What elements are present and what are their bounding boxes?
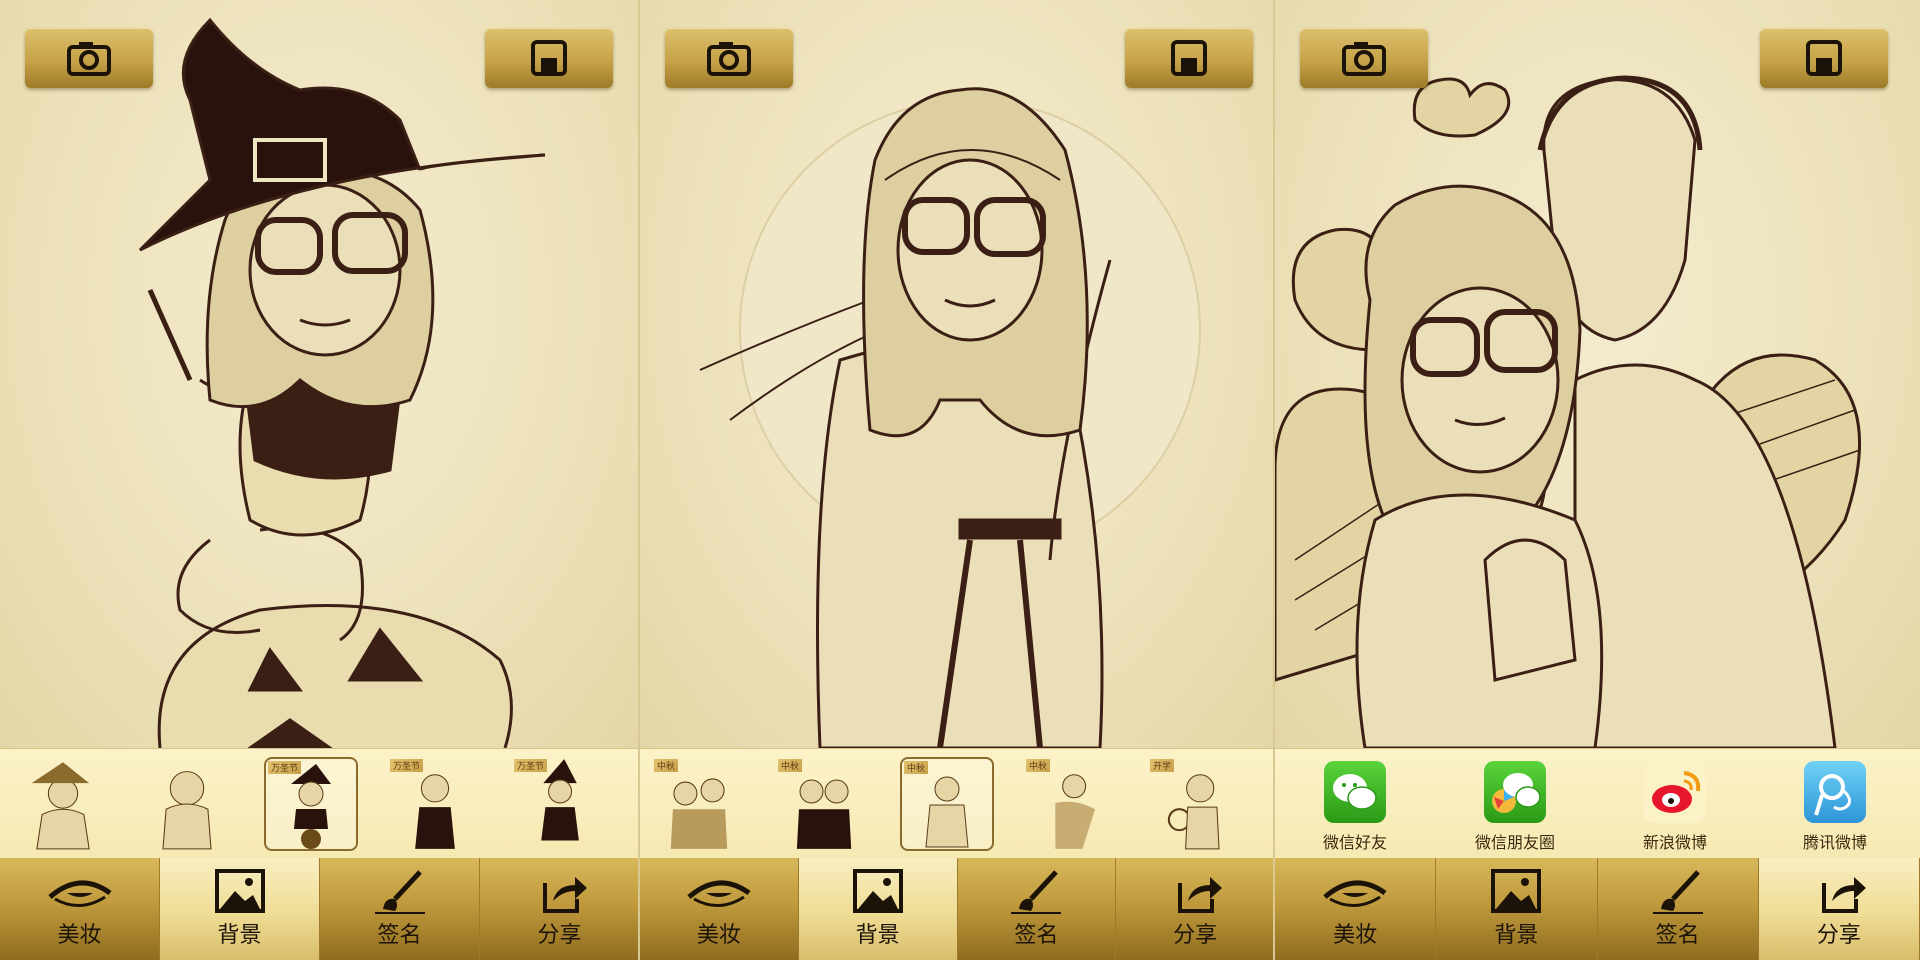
tab-share[interactable]: 分享 bbox=[480, 858, 640, 960]
share-label: 新浪微博 bbox=[1642, 833, 1707, 852]
save-button[interactable] bbox=[1760, 28, 1888, 88]
thumbnail[interactable]: 中秋 bbox=[776, 757, 870, 851]
save-icon bbox=[1806, 40, 1842, 76]
tab-share[interactable]: 分享 bbox=[1116, 858, 1275, 960]
tab-signature[interactable]: 签名 bbox=[957, 858, 1117, 960]
thumbnail[interactable] bbox=[16, 757, 110, 851]
eye-icon bbox=[1323, 880, 1387, 907]
thumbnail-badge: 中秋 bbox=[654, 759, 679, 772]
thumbnail[interactable]: 中秋 bbox=[900, 757, 994, 851]
tab-makeup[interactable]: 美妆 bbox=[640, 858, 799, 960]
thumbnail-badge: 中秋 bbox=[778, 759, 803, 772]
share-sina-weibo[interactable]: 新浪微博 bbox=[1615, 761, 1735, 853]
tab-makeup[interactable]: 美妆 bbox=[0, 858, 160, 960]
thumbnail[interactable]: 中秋 bbox=[1024, 757, 1118, 851]
caricature-canvas bbox=[1275, 0, 1920, 748]
screen-halloween: 万圣节 万圣节 万圣节 美妆 背景 签名 分享 bbox=[0, 0, 640, 960]
camera-icon bbox=[707, 42, 751, 76]
eye-icon bbox=[47, 880, 111, 907]
tab-background[interactable]: 背景 bbox=[798, 858, 958, 960]
thumbnail-badge: 中秋 bbox=[1026, 759, 1051, 772]
save-button[interactable] bbox=[485, 28, 613, 88]
tab-label: 分享 bbox=[1816, 923, 1861, 948]
screen-share: 微信好友 微信朋友圈 新浪微博 腾讯微博 美妆 背景 签名 分享 bbox=[1275, 0, 1920, 960]
caricature-canvas bbox=[0, 0, 640, 748]
save-icon bbox=[1171, 40, 1207, 76]
couple-hearts-illustration bbox=[1275, 75, 1862, 748]
thumbnail-image bbox=[31, 762, 90, 850]
tab-label: 签名 bbox=[1655, 923, 1700, 948]
tab-label: 分享 bbox=[537, 923, 582, 948]
thumbnail-badge: 万圣节 bbox=[390, 759, 424, 772]
bottom-toolbar: 美妆 背景 签名 分享 bbox=[0, 858, 640, 960]
tab-signature[interactable]: 签名 bbox=[320, 858, 480, 960]
share-wechat-friends[interactable]: 微信好友 bbox=[1295, 761, 1415, 853]
thumbnail-badge: 万圣节 bbox=[514, 759, 548, 772]
thumbnail[interactable]: 中秋 bbox=[652, 757, 746, 851]
background-thumbnail-strip: 万圣节 万圣节 万圣节 bbox=[0, 748, 640, 859]
save-button[interactable] bbox=[1125, 28, 1253, 88]
tab-label: 美妆 bbox=[1333, 923, 1378, 948]
share-label: 微信朋友圈 bbox=[1474, 833, 1555, 852]
thumbnail[interactable]: 万圣节 bbox=[388, 757, 482, 851]
picture-icon bbox=[1491, 869, 1542, 913]
tab-label: 背景 bbox=[855, 923, 900, 948]
tab-background[interactable]: 背景 bbox=[1436, 858, 1598, 960]
camera-button[interactable] bbox=[25, 28, 153, 88]
share-icon bbox=[1178, 877, 1223, 913]
camera-icon bbox=[67, 42, 111, 76]
wechat-moments-icon bbox=[1484, 761, 1546, 823]
save-icon bbox=[531, 40, 567, 76]
wechat-icon bbox=[1324, 761, 1386, 823]
mid-autumn-hanfu-illustration bbox=[699, 87, 1201, 748]
thumbnail-badge: 中秋 bbox=[904, 761, 929, 774]
brush-icon bbox=[1011, 870, 1062, 914]
tab-label: 签名 bbox=[377, 923, 422, 948]
share-tencent-weibo[interactable]: 腾讯微博 bbox=[1775, 761, 1895, 853]
tab-label: 美妆 bbox=[57, 923, 102, 948]
background-thumbnail-strip: 中秋 中秋 中秋 中秋 开学 bbox=[640, 748, 1275, 859]
tab-label: 分享 bbox=[1173, 923, 1218, 948]
thumbnail[interactable]: 开学 bbox=[1148, 757, 1242, 851]
share-label: 微信好友 bbox=[1322, 833, 1387, 852]
share-label: 腾讯微博 bbox=[1802, 833, 1867, 852]
brush-icon bbox=[1652, 870, 1703, 914]
tab-label: 背景 bbox=[217, 923, 262, 948]
share-icon bbox=[1821, 877, 1866, 913]
screen-mid-autumn: 中秋 中秋 中秋 中秋 开学 美妆 背景 签名 分享 bbox=[640, 0, 1275, 960]
tab-label: 背景 bbox=[1494, 923, 1539, 948]
thumbnail[interactable]: 万圣节 bbox=[512, 757, 606, 851]
screens-collage: 万圣节 万圣节 万圣节 美妆 背景 签名 分享 中秋 中秋 中秋 中秋 开学 美… bbox=[0, 0, 1920, 960]
tencent-weibo-icon bbox=[1804, 761, 1866, 823]
share-wechat-moments[interactable]: 微信朋友圈 bbox=[1455, 761, 1575, 853]
tab-label: 美妆 bbox=[696, 923, 741, 948]
thumbnail-badge: 万圣节 bbox=[268, 761, 302, 774]
weibo-icon bbox=[1644, 761, 1706, 823]
thumbnail[interactable]: 万圣节 bbox=[264, 757, 358, 851]
caricature-canvas bbox=[640, 0, 1275, 748]
share-targets-strip: 微信好友 微信朋友圈 新浪微博 腾讯微博 bbox=[1275, 748, 1920, 859]
thumbnail-badge: 开学 bbox=[1150, 759, 1175, 772]
tab-share[interactable]: 分享 bbox=[1758, 858, 1920, 960]
bottom-toolbar: 美妆 背景 签名 分享 bbox=[1275, 858, 1920, 960]
camera-button[interactable] bbox=[665, 28, 793, 88]
tab-label: 签名 bbox=[1014, 923, 1059, 948]
eye-icon bbox=[687, 880, 751, 907]
picture-icon bbox=[214, 869, 265, 913]
halloween-witch-illustration bbox=[138, 17, 546, 748]
camera-icon bbox=[1342, 42, 1386, 76]
thumbnail-image bbox=[162, 771, 212, 850]
share-icon bbox=[542, 877, 587, 913]
camera-button[interactable] bbox=[1300, 28, 1428, 88]
tab-background[interactable]: 背景 bbox=[160, 858, 320, 960]
tab-signature[interactable]: 签名 bbox=[1597, 858, 1759, 960]
thumbnail[interactable] bbox=[140, 757, 234, 851]
tab-makeup[interactable]: 美妆 bbox=[1275, 858, 1437, 960]
picture-icon bbox=[852, 869, 903, 913]
brush-icon bbox=[374, 870, 425, 914]
bottom-toolbar: 美妆 背景 签名 分享 bbox=[640, 858, 1275, 960]
